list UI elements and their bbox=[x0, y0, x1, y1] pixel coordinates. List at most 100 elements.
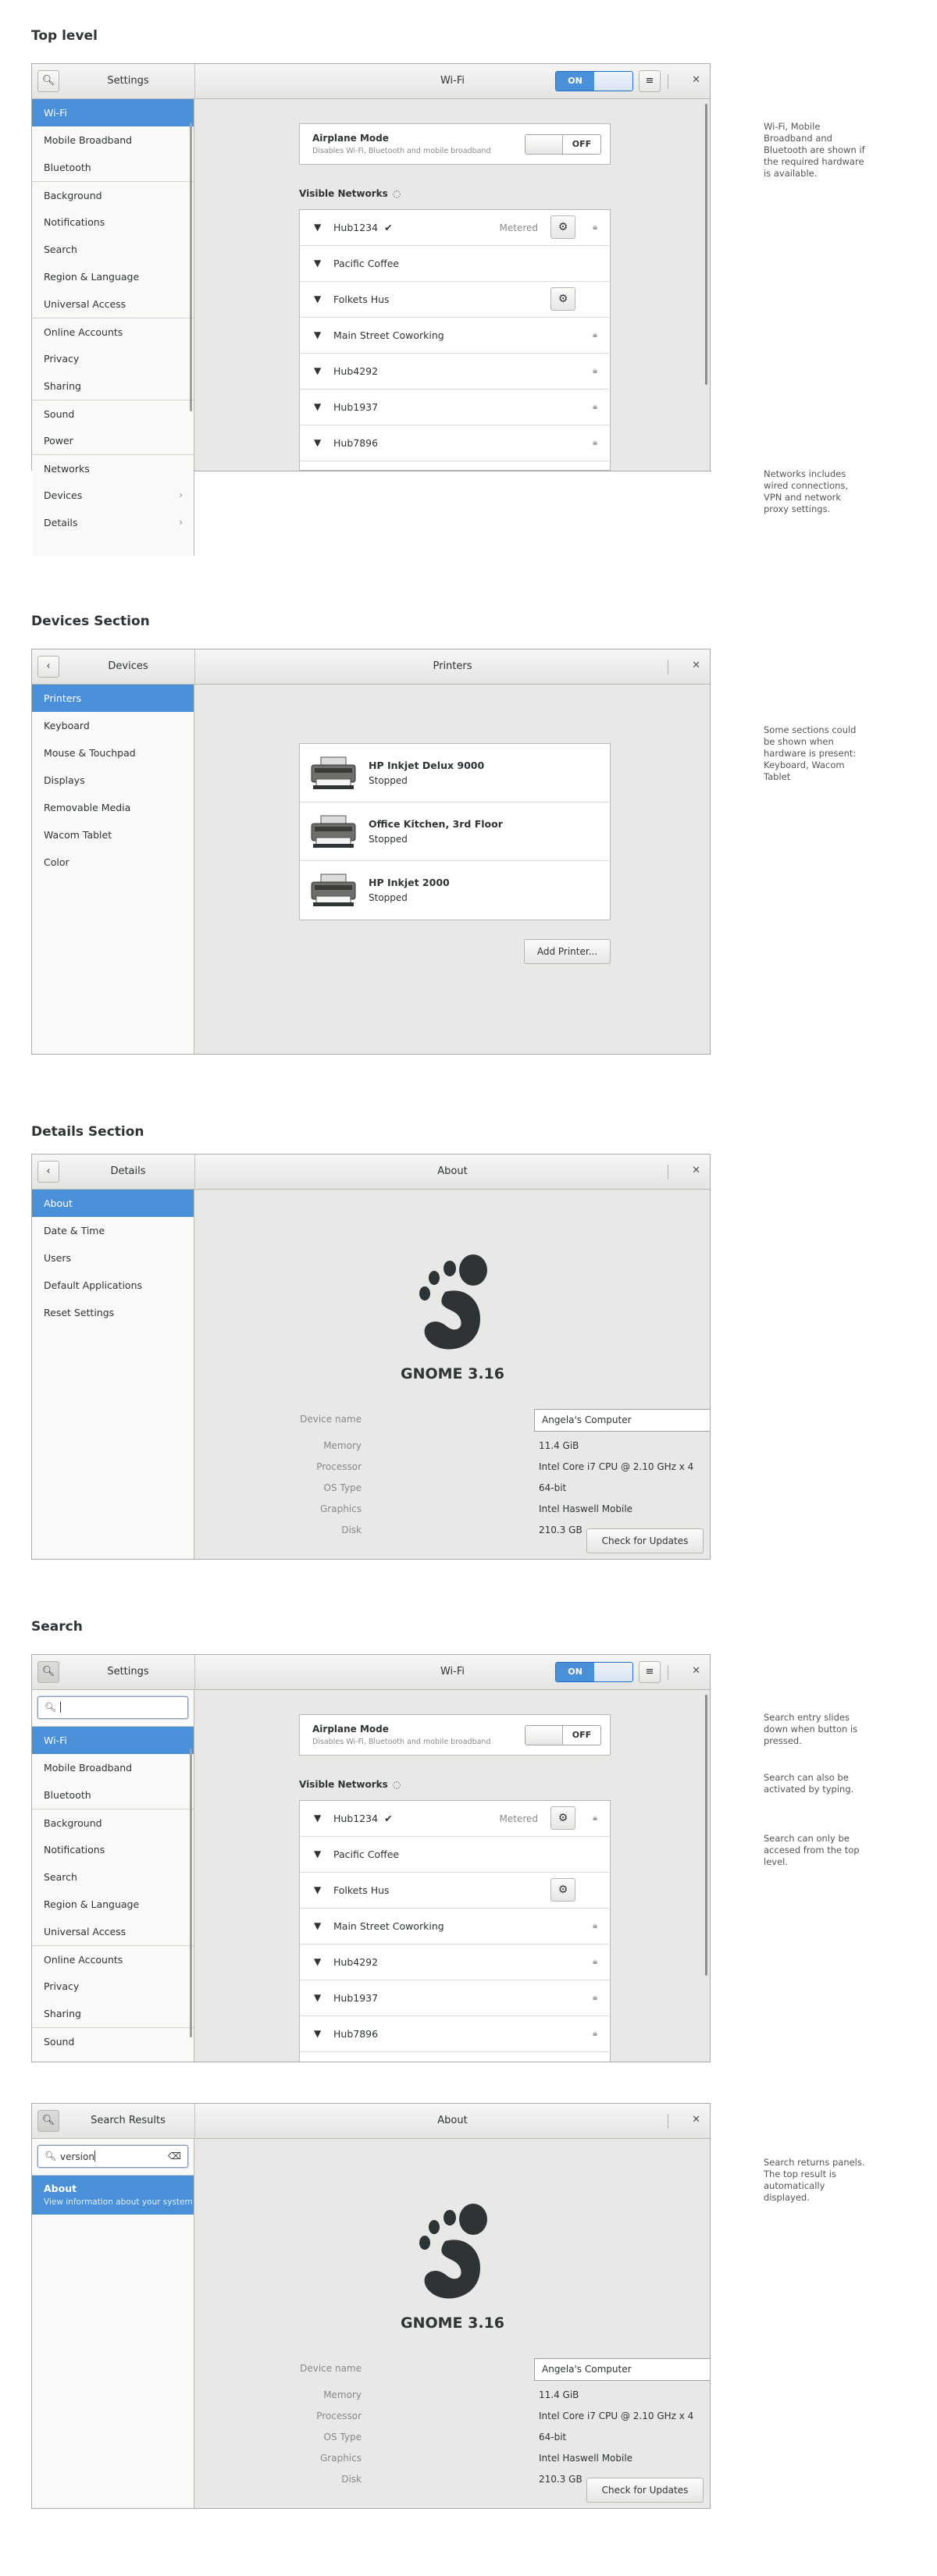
network-row[interactable]: ▼ Hub1937 🔒︎ bbox=[300, 390, 610, 425]
sidebar-item-search[interactable]: Search bbox=[32, 236, 194, 263]
sidebar-item-displays[interactable]: Displays bbox=[32, 767, 194, 794]
close-icon[interactable]: ✕ bbox=[692, 2114, 700, 2126]
hamburger-menu-icon[interactable]: ≡ bbox=[639, 1661, 661, 1683]
note-hardware: Wi-Fi, Mobile Broadband and Bluetooth ar… bbox=[764, 121, 865, 179]
network-row[interactable]: ▼ Hub7896 🔒︎ bbox=[300, 425, 610, 461]
sidebar-item-date-time[interactable]: Date & Time bbox=[32, 1217, 194, 1244]
sidebar-item-universal-access[interactable]: Universal Access bbox=[32, 1918, 194, 1945]
panel-scrollbar[interactable] bbox=[705, 104, 707, 385]
sidebar-item-search[interactable]: Search bbox=[32, 1863, 194, 1891]
sidebar-item-privacy[interactable]: Privacy bbox=[32, 345, 194, 372]
hamburger-menu-icon[interactable]: ≡ bbox=[639, 70, 661, 92]
sidebar-item-background[interactable]: Background bbox=[32, 181, 194, 208]
sidebar-item-bluetooth[interactable]: Bluetooth bbox=[32, 154, 194, 181]
network-row[interactable]: ▼ Pacific Coffee bbox=[300, 1837, 610, 1873]
sidebar-item-networks[interactable]: Networks bbox=[32, 454, 194, 482]
gear-icon[interactable]: ⚙ bbox=[550, 1806, 575, 1830]
close-icon[interactable]: ✕ bbox=[692, 660, 700, 671]
network-row[interactable]: ▼ Hub7896 🔒︎ bbox=[300, 2016, 610, 2052]
sidebar-item-default-applications[interactable]: Default Applications bbox=[32, 1272, 194, 1299]
network-row[interactable]: ▼ Main Street Coworking 🔒︎ bbox=[300, 1909, 610, 1944]
sidebar-item-details[interactable]: Details › bbox=[32, 509, 194, 536]
sidebar-scrollbar[interactable] bbox=[190, 1749, 192, 2037]
sidebar-item-mouse-touchpad[interactable]: Mouse & Touchpad bbox=[32, 739, 194, 767]
close-icon[interactable]: ✕ bbox=[692, 1165, 700, 1176]
printer-row[interactable]: HP Inkjet 2000 Stopped bbox=[300, 861, 610, 920]
sidebar-item-about[interactable]: About bbox=[32, 1190, 194, 1217]
panel-title: About bbox=[437, 2115, 468, 2126]
search-icon[interactable]: 🔍︎ bbox=[37, 70, 59, 92]
sidebar-item-region-language[interactable]: Region & Language bbox=[32, 1891, 194, 1918]
back-arrow-icon[interactable]: ‹ bbox=[37, 656, 59, 678]
sidebar-item-sound[interactable]: Sound bbox=[32, 400, 194, 427]
sidebar-item-power[interactable]: Power bbox=[32, 427, 194, 454]
sidebar-item-notifications[interactable]: Notifications bbox=[32, 1836, 194, 1863]
gear-icon[interactable]: ⚙ bbox=[550, 287, 575, 311]
sidebar-item-keyboard[interactable]: Keyboard bbox=[32, 712, 194, 739]
back-arrow-icon[interactable]: ‹ bbox=[37, 1161, 59, 1183]
wifi-toggle[interactable]: ON bbox=[555, 71, 633, 91]
sidebar-item-universal-access[interactable]: Universal Access bbox=[32, 290, 194, 318]
device-name-field[interactable]: Angela's Computer bbox=[534, 2358, 710, 2381]
network-row[interactable]: ▼ Main Street Coworking 🔒︎ bbox=[300, 318, 610, 354]
printer-row[interactable]: Office Kitchen, 3rd Floor Stopped bbox=[300, 802, 610, 861]
sidebar-item-wifi[interactable]: Wi-Fi bbox=[32, 99, 194, 126]
network-row[interactable]: ▼ Folkets Hus ⚙ bbox=[300, 282, 610, 318]
chevron-right-icon: › bbox=[179, 489, 183, 500]
sidebar-item-privacy[interactable]: Privacy bbox=[32, 1973, 194, 2000]
gnome-foot-logo bbox=[419, 2204, 487, 2299]
sidebar-item-region-language[interactable]: Region & Language bbox=[32, 263, 194, 290]
search-input[interactable]: 🔍︎ bbox=[37, 1696, 188, 1719]
search-input[interactable]: 🔍︎ version ⌫ bbox=[37, 2145, 188, 2168]
sidebar-item-online-accounts[interactable]: Online Accounts bbox=[32, 1945, 194, 1973]
info-row: OS Type 64-bit bbox=[323, 2432, 567, 2443]
sidebar-item-reset-settings[interactable]: Reset Settings bbox=[32, 1299, 194, 1326]
network-row[interactable]: ▼ Pacific Coffee bbox=[300, 246, 610, 282]
gear-icon[interactable]: ⚙ bbox=[550, 1878, 575, 1902]
add-printer-button[interactable]: Add Printer... bbox=[524, 939, 611, 964]
network-row[interactable]: ▼ Hub1937 🔒︎ bbox=[300, 1980, 610, 2016]
search-icon[interactable]: 🔍︎ bbox=[37, 2110, 59, 2132]
sidebar-item-sharing[interactable]: Sharing bbox=[32, 2000, 194, 2027]
check-for-updates-button[interactable]: Check for Updates bbox=[586, 1528, 704, 1553]
airplane-mode-toggle[interactable]: OFF bbox=[525, 134, 601, 155]
settings-window-details: ‹ Details About ✕ About Date & Time User… bbox=[31, 1154, 711, 1560]
network-row[interactable]: ▼ Hub1234 ✔ Metered ⚙ 🔒︎ bbox=[300, 210, 610, 246]
device-name-field[interactable]: Angela's Computer bbox=[534, 1409, 710, 1432]
check-for-updates-button[interactable]: Check for Updates bbox=[586, 2478, 704, 2503]
sidebar-item-users[interactable]: Users bbox=[32, 1244, 194, 1272]
close-icon[interactable]: ✕ bbox=[692, 74, 700, 86]
sidebar-item-online-accounts[interactable]: Online Accounts bbox=[32, 318, 194, 345]
sidebar-item-mobile-broadband[interactable]: Mobile Broadband bbox=[32, 126, 194, 154]
sidebar-item-removable-media[interactable]: Removable Media bbox=[32, 794, 194, 821]
sidebar-item-sharing[interactable]: Sharing bbox=[32, 372, 194, 400]
printer-row[interactable]: HP Inkjet Delux 9000 Stopped bbox=[300, 744, 610, 802]
network-row[interactable]: ▼ Folkets Hus ⚙ bbox=[300, 1873, 610, 1909]
sidebar-item-color[interactable]: Color bbox=[32, 849, 194, 876]
note-networks: Networks includes wired connections, VPN… bbox=[764, 468, 849, 514]
sidebar-item-printers[interactable]: Printers bbox=[32, 685, 194, 712]
sidebar-item-wifi[interactable]: Wi-Fi bbox=[32, 1727, 194, 1754]
sidebar-item-notifications[interactable]: Notifications bbox=[32, 208, 194, 236]
network-row[interactable]: ▼ Hub4292 🔒︎ bbox=[300, 354, 610, 390]
search-result-about[interactable]: About View information about your system bbox=[32, 2176, 194, 2215]
close-icon[interactable]: ✕ bbox=[692, 1665, 700, 1677]
sidebar-item-devices[interactable]: Devices › bbox=[32, 482, 194, 509]
search-icon[interactable]: 🔍︎ bbox=[37, 1661, 59, 1683]
sidebar-item-sound[interactable]: Sound bbox=[32, 2027, 194, 2055]
about-panel: GNOME 3.16 Device name Angela's Computer… bbox=[195, 1190, 710, 1559]
sidebar-item-wacom-tablet[interactable]: Wacom Tablet bbox=[32, 821, 194, 849]
network-row[interactable]: ▼ Hub1234 ✔ Metered ⚙ 🔒︎ bbox=[300, 1801, 610, 1837]
wifi-toggle[interactable]: ON bbox=[555, 1662, 633, 1682]
info-row: Graphics Intel Haswell Mobile bbox=[320, 2453, 633, 2464]
panel-scrollbar[interactable] bbox=[705, 1695, 707, 1976]
headerbar: 🔍︎ Search Results About ✕ bbox=[32, 2104, 710, 2139]
sidebar-item-background[interactable]: Background bbox=[32, 1809, 194, 1836]
airplane-mode-toggle[interactable]: OFF bbox=[525, 1725, 601, 1745]
clear-entry-icon[interactable]: ⌫ bbox=[168, 2151, 181, 2161]
sidebar-item-bluetooth[interactable]: Bluetooth bbox=[32, 1781, 194, 1809]
sidebar-scrollbar[interactable] bbox=[190, 123, 192, 411]
sidebar-item-mobile-broadband[interactable]: Mobile Broadband bbox=[32, 1754, 194, 1781]
network-row[interactable]: ▼ Hub4292 🔒︎ bbox=[300, 1944, 610, 1980]
gear-icon[interactable]: ⚙ bbox=[550, 215, 575, 239]
